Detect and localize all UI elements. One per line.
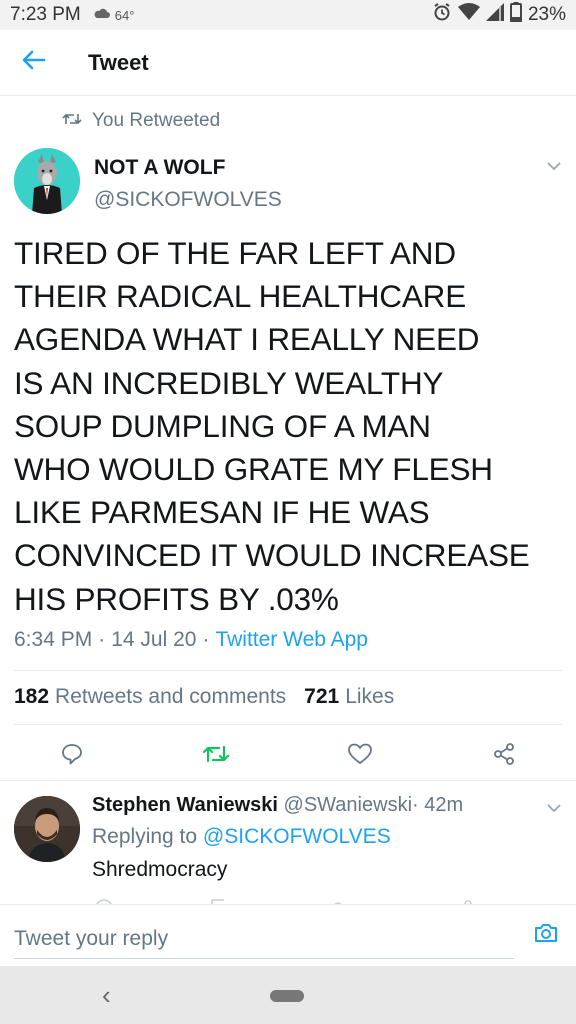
alarm-icon [432,2,452,28]
author-handle[interactable]: @SICKOFWOLVES [94,188,282,212]
tweet-line: TIRED OF THE FAR LEFT AND [14,235,456,271]
battery-icon [509,2,522,28]
profile-photo [14,796,80,862]
share-button[interactable] [486,738,522,774]
page-title: Tweet [88,49,149,75]
tweet-date: 14 Jul 20 [111,628,197,651]
status-bar: 7:23 PM 64° 23% [0,0,576,30]
retweet-small-icon [62,110,82,132]
divider [0,780,576,781]
tweet-time: 6:34 PM [14,628,93,651]
retweet-context: You Retweeted [62,110,220,132]
wolf-suit-illustration [14,148,80,214]
likes-count[interactable]: 721 [304,685,339,709]
meta-separator: · [202,628,210,651]
replying-to: Replying to @SICKOFWOLVES [92,825,391,849]
tweet-text: TIRED OF THE FAR LEFT AND THEIR RADICAL … [14,232,562,621]
tweet-stats: 182 Retweets and comments 721 Likes [14,685,394,709]
divider [14,670,562,671]
status-right: 23% [432,2,566,28]
app-header: Tweet [0,30,576,96]
status-time: 7:23 PM [10,4,81,25]
tweet-author: NOT A WOLF @SICKOFWOLVES [14,148,562,220]
system-nav-bar: ‹ [0,966,576,1024]
reply-tweet[interactable]: Stephen Waniewski @SWaniewski· 42m Reply… [0,782,576,904]
reply-age: 42m [424,794,464,816]
likes-label[interactable]: Likes [345,685,394,709]
author-name[interactable]: NOT A WOLF [94,156,225,180]
like-button[interactable] [342,738,378,774]
reply-header: Stephen Waniewski @SWaniewski· 42m [92,794,463,817]
tweet-source-link[interactable]: Twitter Web App [215,628,368,652]
chevron-down-icon[interactable] [546,800,562,818]
tweet-line: SOUP DUMPLING OF A MAN [14,407,431,444]
reply-composer [0,904,576,966]
meta-separator: · [412,794,419,816]
avatar[interactable] [14,796,80,862]
weather: 64° [93,7,135,24]
divider [14,724,562,725]
retweet-icon [202,743,230,770]
replying-mention-link[interactable]: @SICKOFWOLVES [203,825,391,848]
signal-icon [485,3,504,27]
battery-percent: 23% [527,4,566,25]
camera-button[interactable] [530,919,562,951]
nav-back-icon[interactable]: ‹ [102,982,111,1008]
reply-button[interactable] [54,738,90,774]
chevron-down-icon[interactable] [546,158,562,176]
tweet-line: AGENDA WHAT I REALLY NEED [14,321,480,358]
tweet-actions [0,732,576,780]
back-button[interactable] [14,43,54,83]
tweet-line: IS AN INCREDIBLY WEALTHY [14,364,444,401]
tweet-meta: 6:34 PM · 14 Jul 20 · Twitter Web App [14,628,368,652]
tweet-line: CONVINCED IT WOULD INCREASE [14,537,530,574]
comment-icon [60,742,84,771]
reply-author-name[interactable]: Stephen Waniewski [92,794,278,816]
retweets-label[interactable]: Retweets and comments [55,685,286,709]
back-arrow-icon [22,50,46,75]
tweet-line: HIS PROFITS BY .03% [14,580,339,617]
replying-label: Replying to [92,825,198,848]
status-temperature: 64° [114,7,135,23]
tweet-line: THEIR RADICAL HEALTHCARE [14,278,467,315]
reply-author-handle[interactable]: @SWaniewski [284,794,412,816]
reply-actions-partial [96,899,472,904]
heart-icon [347,742,373,771]
share-icon [492,742,516,771]
reply-text: Shredmocracy [92,858,228,881]
avatar[interactable] [14,148,80,214]
weather-icon [93,7,111,24]
nav-home-pill[interactable] [270,990,304,1002]
reply-input[interactable] [14,919,514,959]
retweet-label: You Retweeted [92,110,221,131]
retweet-button[interactable] [198,738,234,774]
tweet-line: WHO WOULD GRATE MY FLESH [14,451,493,488]
tweet-line: LIKE PARMESAN IF HE WAS [14,494,430,531]
retweets-count[interactable]: 182 [14,685,49,709]
wifi-icon [457,3,480,27]
meta-separator: · [98,628,106,651]
camera-icon [533,922,559,949]
